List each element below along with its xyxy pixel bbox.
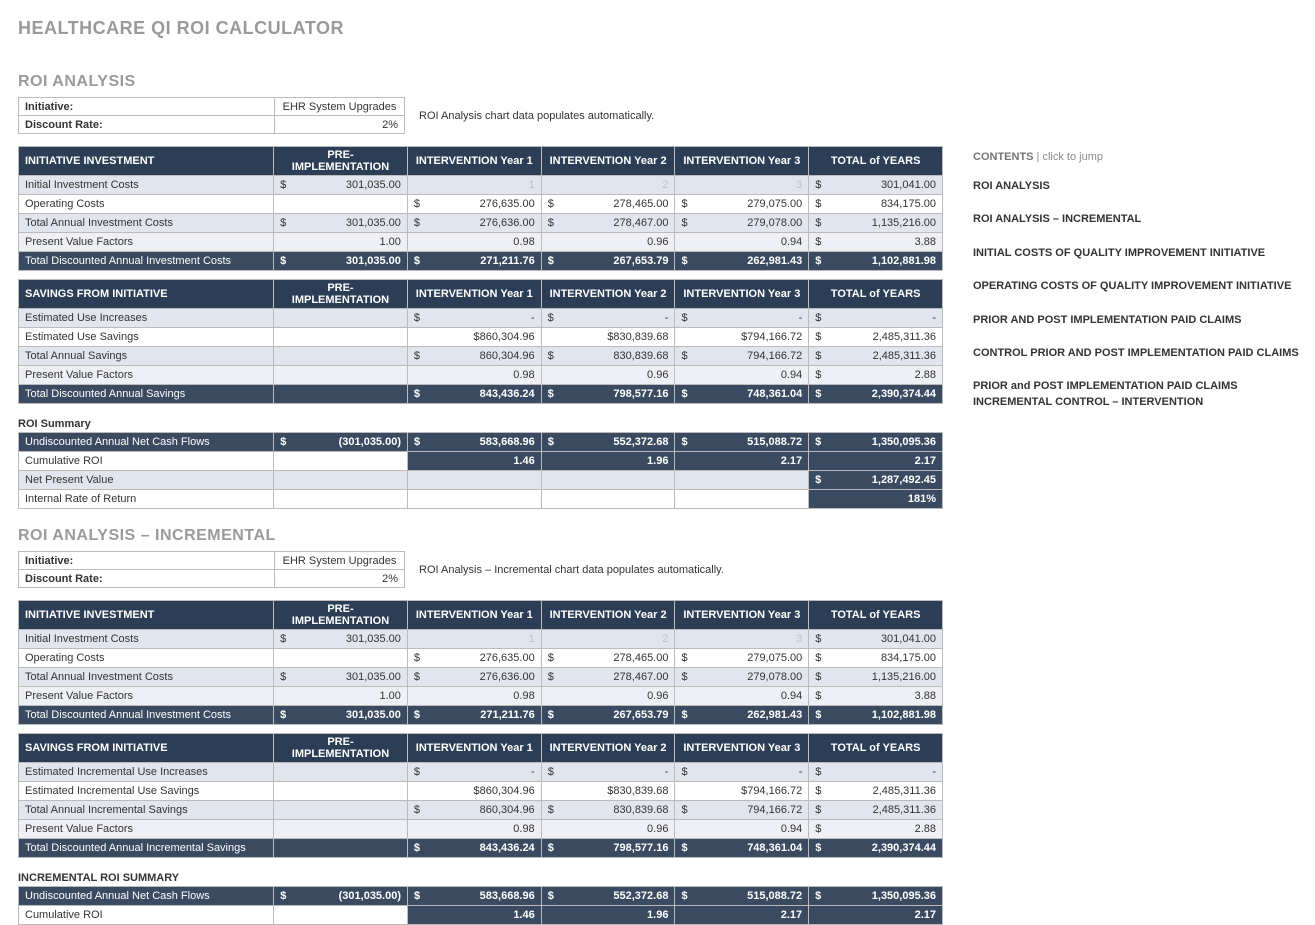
table-row: Present Value Factors 0.98 0.96 0.94 $2.… [19, 366, 943, 385]
table-row: Undiscounted Annual Net Cash Flows $(301… [19, 433, 943, 452]
table-row: Initial Investment Costs $301,035.00 1 2… [19, 176, 943, 195]
table-row: Total Discounted Annual Incremental Savi… [19, 839, 943, 858]
table-row: Total Discounted Annual Investment Costs… [19, 252, 943, 271]
table-row: Total Discounted Annual Investment Costs… [19, 706, 943, 725]
table-row: Cumulative ROI 1.46 1.96 2.17 2.17 [19, 452, 943, 471]
initiative-label: Initiative: [19, 98, 275, 116]
table-row: Total Discounted Annual Savings $843,436… [19, 385, 943, 404]
toc-link-control-prior-post[interactable]: CONTROL PRIOR AND POST IMPLEMENTATION PA… [973, 346, 1300, 361]
col-hdr: INTERVENTION Year 1 [407, 280, 541, 309]
meta-table-2: Initiative: EHR System Upgrades Discount… [18, 551, 405, 588]
table-row: Initial Investment Costs $301,035.00 1 2… [19, 630, 943, 649]
table-row: Cumulative ROI 1.46 1.96 2.17 2.17 [19, 906, 943, 925]
meta-table-1: Initiative: EHR System Upgrades Discount… [18, 97, 405, 134]
table-row: Net Present Value $1,287,492.45 [19, 471, 943, 490]
table-row: Internal Rate of Return 181% [19, 490, 943, 509]
toc-link-initial-costs[interactable]: INITIAL COSTS OF QUALITY IMPROVEMENT INI… [973, 246, 1300, 261]
initiative-label: Initiative: [19, 552, 275, 570]
toc-link-prior-post[interactable]: PRIOR AND POST IMPLEMENTATION PAID CLAIM… [973, 313, 1300, 328]
col-hdr: TOTAL of YEARS [809, 147, 943, 176]
col-hdr: TOTAL of YEARS [809, 280, 943, 309]
col-hdr: INTERVENTION Year 2 [541, 147, 675, 176]
toc: ROI ANALYSIS ROI ANALYSIS – INCREMENTAL … [973, 179, 1300, 410]
col-hdr: INTERVENTION Year 3 [675, 147, 809, 176]
col-hdr: INITIATIVE INVESTMENT [19, 147, 274, 176]
roi-summary-hdr: ROI Summary [18, 418, 943, 430]
savings-table-2: SAVINGS FROM INITIATIVE PRE-IMPLEMENTATI… [18, 733, 943, 858]
table-row: Estimated Use Savings $860,304.96 $830,8… [19, 328, 943, 347]
page-title: HEALTHCARE QI ROI CALCULATOR [18, 18, 1300, 39]
col-hdr: INITIATIVE INVESTMENT [19, 601, 274, 630]
col-hdr: INTERVENTION Year 1 [407, 601, 541, 630]
col-hdr: INTERVENTION Year 1 [407, 147, 541, 176]
roi-note: ROI Analysis chart data populates automa… [405, 110, 654, 122]
col-hdr: INTERVENTION Year 2 [541, 601, 675, 630]
table-row: Total Annual Incremental Savings $860,30… [19, 801, 943, 820]
col-hdr: PRE-IMPLEMENTATION [274, 734, 408, 763]
col-hdr: TOTAL of YEARS [809, 734, 943, 763]
discount-value: 2% [275, 116, 405, 134]
toc-link-incremental[interactable]: ROI ANALYSIS – INCREMENTAL [973, 212, 1300, 227]
table-row: Operating Costs $276,635.00 $278,465.00 … [19, 195, 943, 214]
table-row: Estimated Use Increases $- $- $- $- [19, 309, 943, 328]
table-row: Total Annual Investment Costs $301,035.0… [19, 668, 943, 687]
section-heading-incremental: ROI ANALYSIS – INCREMENTAL [18, 527, 943, 545]
col-hdr: INTERVENTION Year 2 [541, 280, 675, 309]
discount-label: Discount Rate: [19, 116, 275, 134]
col-hdr: PRE-IMPLEMENTATION [274, 280, 408, 309]
col-hdr: PRE-IMPLEMENTATION [274, 601, 408, 630]
discount-value: 2% [275, 570, 405, 588]
col-hdr: TOTAL of YEARS [809, 601, 943, 630]
toc-link-operating-costs[interactable]: OPERATING COSTS OF QUALITY IMPROVEMENT I… [973, 279, 1300, 294]
initiative-value: EHR System Upgrades [275, 552, 405, 570]
initiative-value: EHR System Upgrades [275, 98, 405, 116]
col-hdr: SAVINGS FROM INITIATIVE [19, 280, 274, 309]
col-hdr: SAVINGS FROM INITIATIVE [19, 734, 274, 763]
table-row: Undiscounted Annual Net Cash Flows $(301… [19, 887, 943, 906]
toc-link-roi[interactable]: ROI ANALYSIS [973, 179, 1300, 194]
inc-summary-hdr: INCREMENTAL ROI SUMMARY [18, 872, 943, 884]
table-row: Total Annual Investment Costs $301,035.0… [19, 214, 943, 233]
investment-table-1: INITIATIVE INVESTMENT PRE-IMPLEMENTATION… [18, 146, 943, 271]
col-hdr: INTERVENTION Year 3 [675, 734, 809, 763]
summary-table-1: Undiscounted Annual Net Cash Flows $(301… [18, 432, 943, 509]
col-hdr: INTERVENTION Year 1 [407, 734, 541, 763]
table-row: Present Value Factors 1.00 0.98 0.96 0.9… [19, 233, 943, 252]
table-row: Present Value Factors 0.98 0.96 0.94 $2.… [19, 820, 943, 839]
table-row: Operating Costs $276,635.00 $278,465.00 … [19, 649, 943, 668]
toc-header: CONTENTS | click to jump [973, 151, 1300, 163]
section-heading-roi: ROI ANALYSIS [18, 73, 943, 91]
col-hdr: INTERVENTION Year 3 [675, 280, 809, 309]
col-hdr: PRE-IMPLEMENTATION [274, 147, 408, 176]
table-row: Estimated Incremental Use Savings $860,3… [19, 782, 943, 801]
incremental-note: ROI Analysis – Incremental chart data po… [405, 564, 724, 576]
table-row: Present Value Factors 1.00 0.98 0.96 0.9… [19, 687, 943, 706]
table-row: Total Annual Savings $860,304.96 $830,83… [19, 347, 943, 366]
table-row: Estimated Incremental Use Increases $- $… [19, 763, 943, 782]
toc-link-incremental-control[interactable]: PRIOR and POST IMPLEMENTATION PAID CLAIM… [973, 379, 1300, 410]
col-hdr: INTERVENTION Year 2 [541, 734, 675, 763]
discount-label: Discount Rate: [19, 570, 275, 588]
summary-table-2: Undiscounted Annual Net Cash Flows $(301… [18, 886, 943, 925]
col-hdr: INTERVENTION Year 3 [675, 601, 809, 630]
investment-table-2: INITIATIVE INVESTMENT PRE-IMPLEMENTATION… [18, 600, 943, 725]
savings-table-1: SAVINGS FROM INITIATIVE PRE-IMPLEMENTATI… [18, 279, 943, 404]
